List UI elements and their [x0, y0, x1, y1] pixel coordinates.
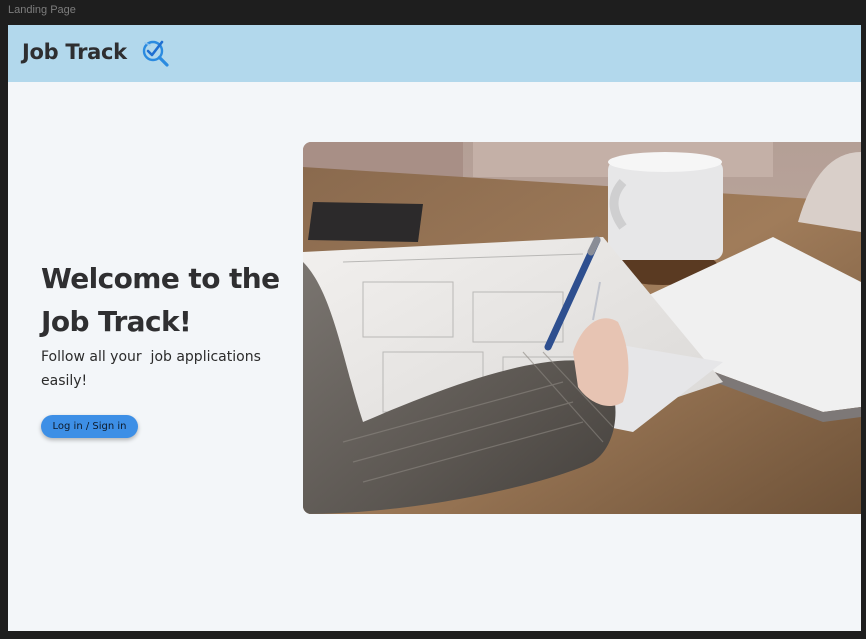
- hero-photo: [303, 142, 861, 514]
- brand-title[interactable]: Job Track: [22, 40, 127, 64]
- landing-page: Job Track Welcome to the Job Track! Foll…: [8, 25, 861, 631]
- login-signin-button[interactable]: Log in / Sign in: [41, 415, 138, 438]
- frame-label: Landing Page: [8, 4, 76, 16]
- magnifier-check-icon[interactable]: [141, 38, 171, 68]
- hand-writing-photo: [303, 142, 861, 514]
- hero-title: Welcome to the Job Track!: [41, 262, 280, 338]
- hero-subtitle: Follow all your job applications easily!: [41, 349, 266, 389]
- navbar: Job Track: [8, 25, 861, 82]
